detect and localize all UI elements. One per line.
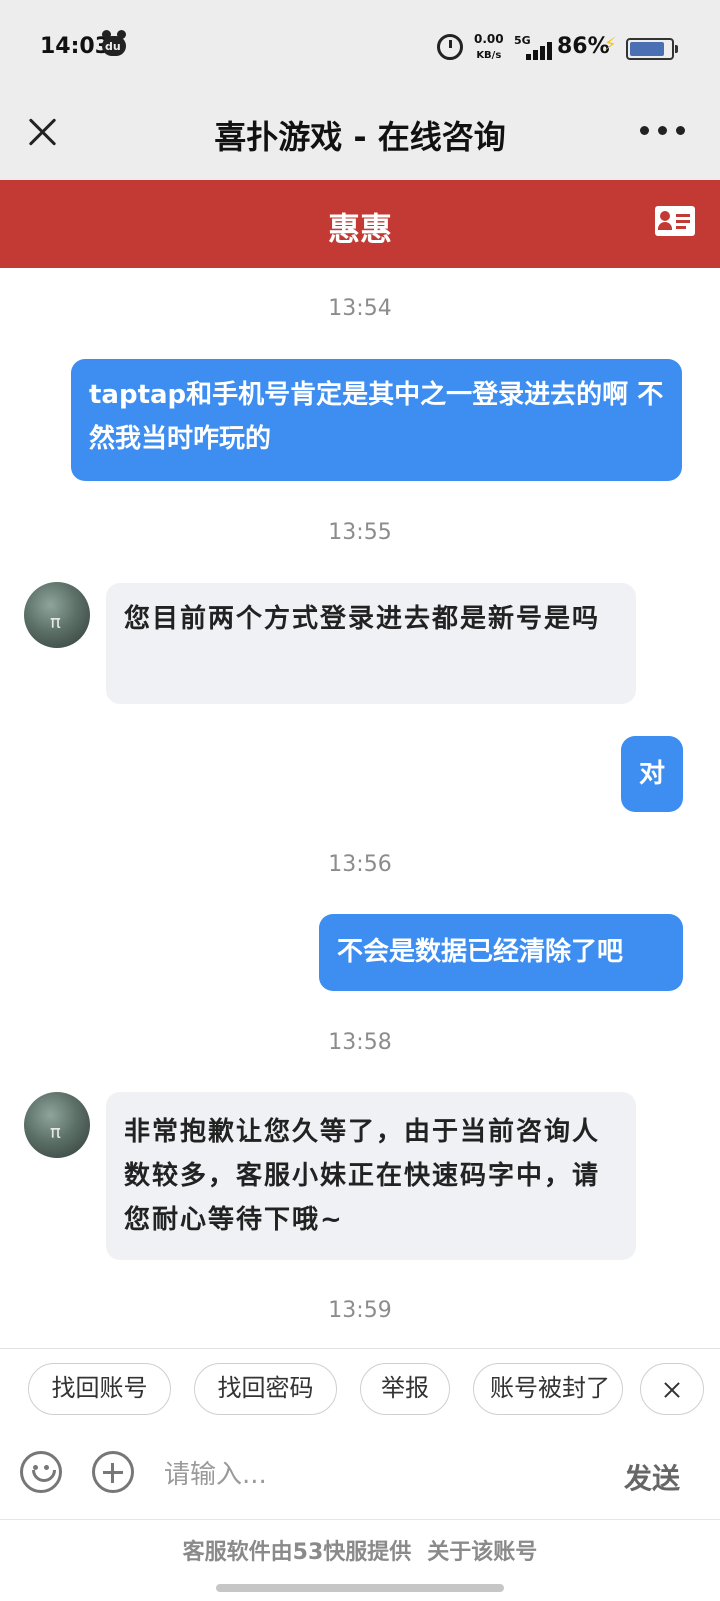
message-timestamp: 13:54 bbox=[328, 296, 392, 321]
page-title: 喜扑游戏 - 在线咨询 bbox=[214, 118, 506, 156]
emoji-icon[interactable] bbox=[20, 1451, 62, 1493]
footer: 客服软件由53快服提供 关于该账号 bbox=[0, 1519, 720, 1601]
message-input[interactable] bbox=[162, 1451, 606, 1499]
baidu-paw-icon: du bbox=[102, 30, 126, 56]
provider-text: 客服软件由53快服提供 bbox=[182, 1540, 412, 1565]
agent-avatar[interactable] bbox=[24, 1092, 90, 1158]
battery-level-fill bbox=[630, 42, 664, 56]
agent-avatar[interactable] bbox=[24, 582, 90, 648]
message-timestamp: 13:59 bbox=[328, 1298, 392, 1323]
input-bar: 发送 bbox=[0, 1431, 720, 1519]
sent-message[interactable]: taptap和手机号肯定是其中之一登录进去的啊 不然我当时咋玩的 bbox=[71, 359, 682, 481]
sent-message[interactable]: 不会是数据已经清除了吧 bbox=[319, 914, 683, 991]
add-attachment-icon[interactable] bbox=[92, 1451, 134, 1493]
battery-icon bbox=[626, 38, 678, 60]
status-time: 14:03 bbox=[40, 34, 111, 59]
about-account-link[interactable]: 关于该账号 bbox=[427, 1540, 537, 1565]
quick-reply-bar: 找回账号 找回密码 举报 账号被封了 bbox=[0, 1348, 720, 1432]
received-message[interactable]: 非常抱歉让您久等了，由于当前咨询人数较多，客服小妹正在快速码字中，请您耐心等待下… bbox=[106, 1092, 636, 1260]
message-timestamp: 13:56 bbox=[328, 852, 392, 877]
network-speed: 0.00 KB/s bbox=[474, 32, 504, 63]
message-timestamp: 13:55 bbox=[328, 520, 392, 545]
received-message[interactable]: 您目前两个方式登录进去都是新号是吗 bbox=[106, 583, 636, 704]
signal-icon bbox=[522, 36, 558, 60]
send-button[interactable]: 发送 bbox=[624, 1457, 680, 1497]
home-indicator[interactable] bbox=[216, 1584, 504, 1592]
close-quick-replies-icon[interactable] bbox=[640, 1363, 704, 1415]
chat-area[interactable]: 13:54 taptap和手机号肯定是其中之一登录进去的啊 不然我当时咋玩的 1… bbox=[0, 268, 720, 1348]
quick-reply-find-password[interactable]: 找回密码 bbox=[194, 1363, 337, 1415]
agent-name: 惠惠 bbox=[327, 210, 392, 248]
more-options-icon[interactable] bbox=[640, 126, 688, 138]
quick-reply-account-banned[interactable]: 账号被封了 bbox=[473, 1363, 623, 1415]
quick-reply-report[interactable]: 举报 bbox=[360, 1363, 450, 1415]
quick-reply-find-account[interactable]: 找回账号 bbox=[28, 1363, 171, 1415]
alarm-icon bbox=[437, 34, 463, 60]
network-speed-unit: KB/s bbox=[476, 50, 502, 61]
message-timestamp: 13:58 bbox=[328, 1030, 392, 1055]
network-speed-value: 0.00 bbox=[474, 32, 504, 46]
sent-message[interactable]: 对 bbox=[621, 736, 683, 812]
battery-percent: 86% bbox=[557, 34, 610, 59]
title-bar: 喜扑游戏 - 在线咨询 bbox=[0, 96, 720, 180]
charging-bolt-icon: ⚡ bbox=[604, 34, 617, 55]
contact-card-icon[interactable] bbox=[655, 206, 695, 236]
status-bar: 14:03 du 0.00 KB/s 5G 86% ⚡ bbox=[0, 0, 720, 96]
footer-text: 客服软件由53快服提供 关于该账号 bbox=[0, 1534, 720, 1566]
agent-bar: 惠惠 bbox=[0, 180, 720, 268]
app-icon-label: du bbox=[105, 40, 121, 53]
